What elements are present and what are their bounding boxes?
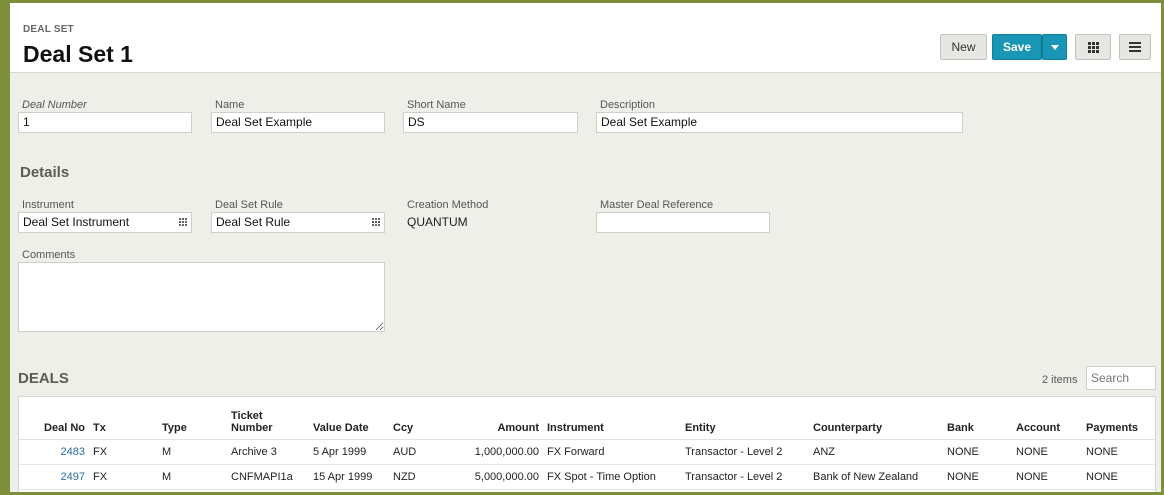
description-field[interactable]: Deal Set Example (596, 112, 963, 133)
master-deal-reference-field[interactable] (596, 212, 770, 233)
table-cell: NONE (1082, 439, 1155, 465)
chevron-down-icon (1050, 44, 1059, 50)
table-header-row: Deal No Tx Type Ticket Number Value Date… (19, 397, 1155, 440)
column-header[interactable]: Counterparty (809, 397, 943, 440)
name-field[interactable]: Deal Set Example (211, 112, 385, 133)
master-deal-reference-label: Master Deal Reference (600, 199, 714, 211)
grid-view-button[interactable] (1075, 34, 1111, 60)
table-cell: Archive 3 (227, 439, 309, 465)
table-cell: NONE (943, 464, 1012, 490)
instrument-label: Instrument (22, 199, 74, 211)
new-button[interactable]: New (940, 34, 987, 60)
menu-button[interactable] (1119, 34, 1151, 60)
table-row[interactable]: 2483 FX M Archive 3 5 Apr 1999 AUD 1,000… (19, 439, 1155, 465)
table-cell: Transactor - Level 2 (681, 439, 809, 465)
table-cell: NZD (389, 464, 441, 490)
table-cell: FX Spot - Time Option (543, 464, 681, 490)
deal-link[interactable]: 2497 (61, 471, 85, 483)
table-cell: Bank of New Zealand (809, 464, 943, 490)
table-cell: NONE (1012, 464, 1082, 490)
comments-textarea[interactable] (18, 262, 385, 332)
column-header[interactable]: Entity (681, 397, 809, 440)
deals-table: Deal No Tx Type Ticket Number Value Date… (18, 396, 1156, 492)
creation-method-value: QUANTUM (407, 215, 468, 229)
column-header[interactable]: Value Date (309, 397, 389, 440)
table-cell: 1,000,000.00 (441, 439, 543, 465)
items-count: 2 items (1042, 374, 1078, 386)
description-label: Description (600, 99, 656, 111)
deal-number-label: Deal Number (22, 99, 87, 111)
search-input[interactable] (1086, 366, 1156, 390)
column-header[interactable]: Bank (943, 397, 1012, 440)
table-cell: NONE (1082, 464, 1155, 490)
deal-set-rule-field[interactable]: Deal Set Rule (211, 212, 385, 233)
lookup-grid-icon[interactable] (179, 218, 187, 226)
page-eyebrow: DEAL SET (23, 24, 74, 35)
column-header[interactable]: Deal No (19, 397, 89, 440)
column-header[interactable]: Account (1012, 397, 1082, 440)
creation-method-label: Creation Method (407, 199, 489, 211)
deal-link[interactable]: 2483 (61, 446, 85, 458)
table-cell: AUD (389, 439, 441, 465)
table-cell: 5,000,000.00 (441, 464, 543, 490)
instrument-value: Deal Set Instrument (23, 215, 130, 229)
table-cell: M (158, 439, 227, 465)
table-cell: NONE (1012, 439, 1082, 465)
table-cell: FX (89, 464, 158, 490)
column-header[interactable]: Type (158, 397, 227, 440)
table-cell: 15 Apr 1999 (309, 464, 389, 490)
save-options-button[interactable] (1042, 34, 1067, 60)
table-cell: M (158, 464, 227, 490)
lookup-grid-icon[interactable] (372, 218, 380, 226)
column-header[interactable]: Payments (1082, 397, 1155, 440)
table-cell: NONE (943, 439, 1012, 465)
column-header[interactable]: Ccy (389, 397, 441, 440)
save-button[interactable]: Save (992, 34, 1042, 60)
page-title: Deal Set 1 (23, 41, 133, 67)
table-cell: Transactor - Level 2 (681, 464, 809, 490)
table-row[interactable]: 2497 FX M CNFMAPI1a 15 Apr 1999 NZD 5,00… (19, 464, 1155, 490)
instrument-field[interactable]: Deal Set Instrument (18, 212, 192, 233)
deal-number-field[interactable]: 1 (18, 112, 192, 133)
app-frame: DEAL SET Deal Set 1 New Save Deal Number… (0, 0, 1164, 495)
deal-set-rule-label: Deal Set Rule (215, 199, 283, 211)
table-cell: CNFMAPI1a (227, 464, 309, 490)
grid-icon (1087, 41, 1099, 53)
column-header[interactable]: Instrument (543, 397, 681, 440)
page-header: DEAL SET Deal Set 1 New Save (10, 3, 1161, 73)
column-header[interactable]: Ticket Number (227, 397, 309, 440)
short-name-field[interactable]: DS (403, 112, 578, 133)
column-header[interactable]: Tx (89, 397, 158, 440)
name-label: Name (215, 99, 245, 111)
short-name-label: Short Name (407, 99, 466, 111)
deal-no-cell[interactable]: 2497 (19, 464, 89, 490)
table-cell: FX (89, 439, 158, 465)
deals-section-title: DEALS (18, 370, 69, 387)
hamburger-icon (1129, 42, 1141, 52)
table-cell: ANZ (809, 439, 943, 465)
details-section-title: Details (20, 164, 70, 181)
column-header[interactable]: Amount (441, 397, 543, 440)
comments-label: Comments (22, 249, 76, 261)
table-cell: 5 Apr 1999 (309, 439, 389, 465)
deal-set-rule-value: Deal Set Rule (216, 215, 291, 229)
deal-no-cell[interactable]: 2483 (19, 439, 89, 465)
table-cell: FX Forward (543, 439, 681, 465)
